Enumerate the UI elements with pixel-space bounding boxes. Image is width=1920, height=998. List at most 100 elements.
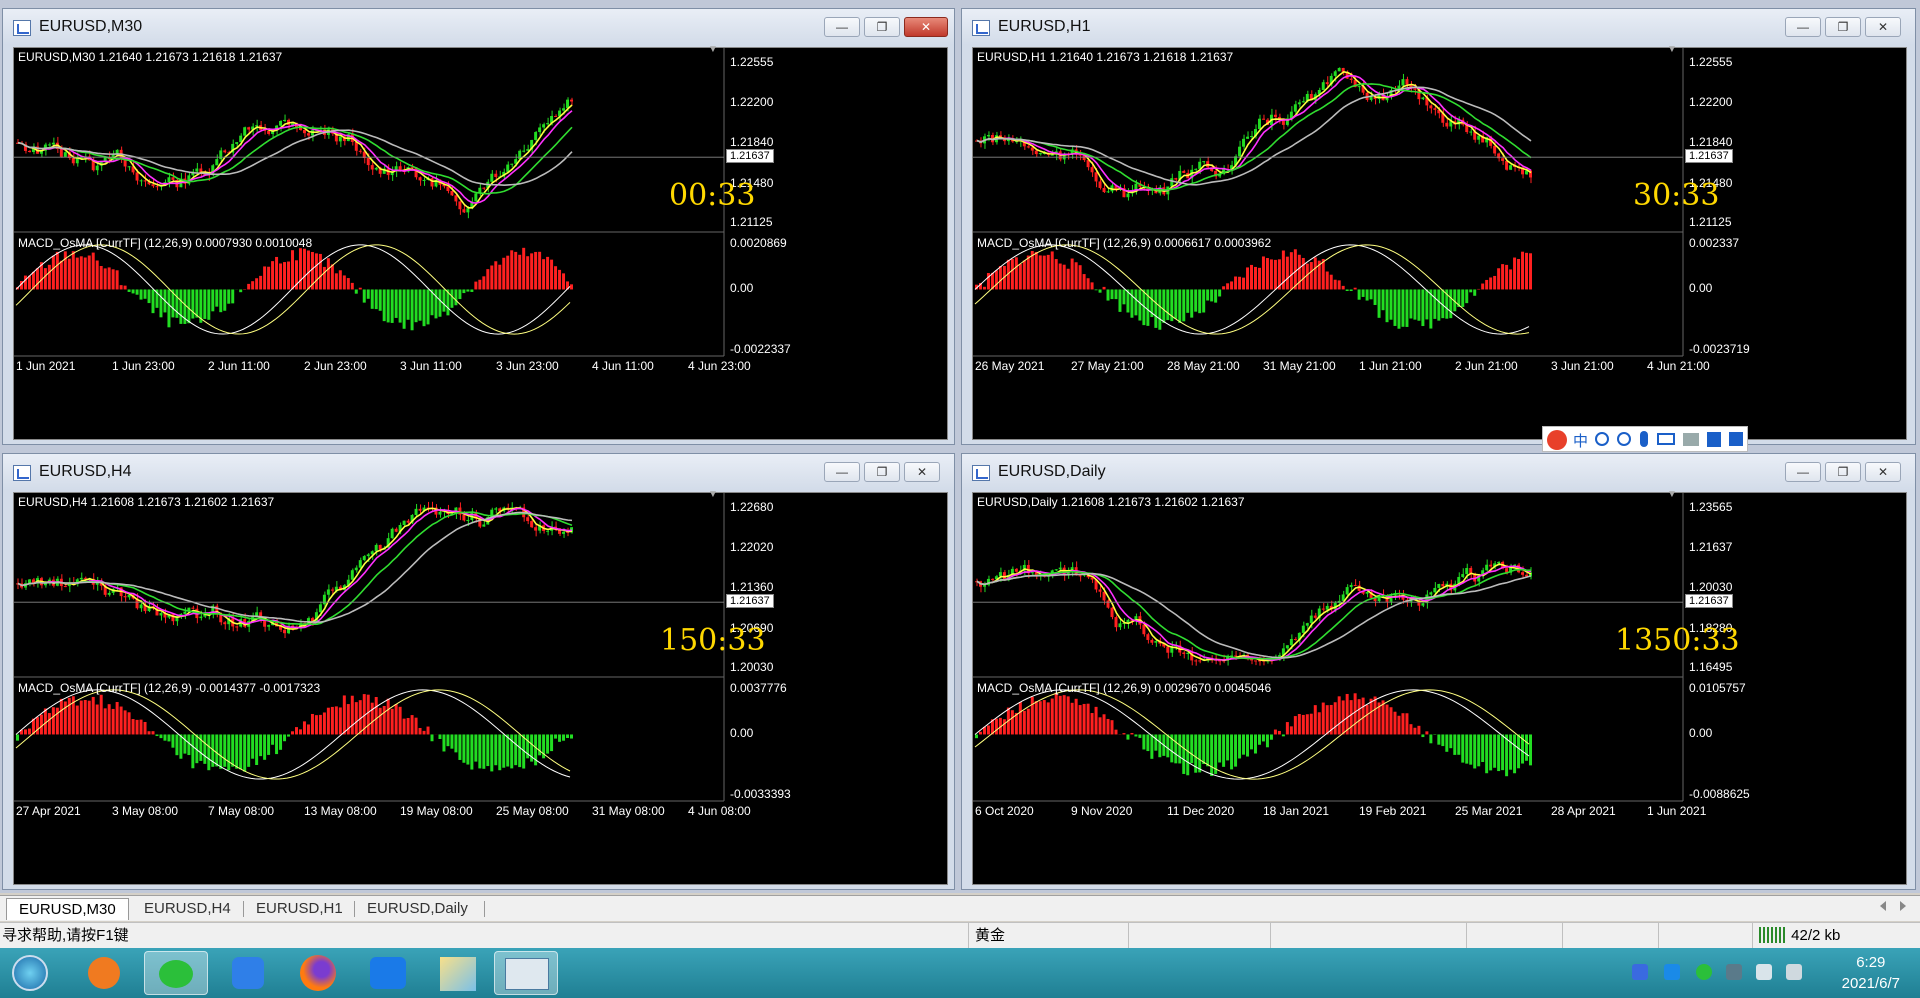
candle-body <box>1026 146 1030 148</box>
start-button[interactable] <box>6 951 54 995</box>
candle-body <box>1050 154 1054 156</box>
connection-status[interactable]: 42/2 kb <box>1752 923 1920 949</box>
macd-bar <box>1501 264 1505 290</box>
chart-area[interactable]: EURUSD,H4 1.21608 1.21673 1.21602 1.2163… <box>13 489 948 885</box>
microphone-icon[interactable] <box>1640 431 1648 447</box>
macd-bar <box>562 273 566 290</box>
grid-menu-icon[interactable] <box>1729 432 1743 446</box>
macd-bar <box>147 289 151 304</box>
moving-average-line <box>976 86 1532 186</box>
close-button[interactable]: ✕ <box>904 17 948 37</box>
chart-window-m30[interactable]: EURUSD,M30 — ❐ ✕ EURUSD,M30 1.21640 1.21… <box>2 8 955 445</box>
close-button[interactable]: ✕ <box>1865 17 1901 37</box>
macd-bar <box>75 705 79 735</box>
close-button[interactable]: ✕ <box>1865 462 1901 482</box>
emoji-icon[interactable] <box>1617 432 1631 446</box>
toolbox-icon[interactable] <box>1683 433 1699 446</box>
macd-bar <box>255 734 259 766</box>
candle-body <box>1421 97 1425 100</box>
taskbar-firefox[interactable] <box>286 951 350 995</box>
tab-eurusd-m30[interactable]: EURUSD,M30 <box>6 898 129 920</box>
window-titlebar[interactable]: EURUSD,Daily — ❐ ✕ <box>962 454 1915 490</box>
minimize-button[interactable]: — <box>1785 462 1821 482</box>
tray-wechat-icon[interactable] <box>1696 964 1712 980</box>
minimize-button[interactable]: — <box>1785 17 1821 37</box>
minimize-button[interactable]: — <box>824 17 860 37</box>
macd-bar <box>1369 289 1373 300</box>
keyboard-icon[interactable] <box>1657 433 1675 445</box>
tab-eurusd-h1[interactable]: EURUSD,H1 <box>244 898 355 920</box>
scroll-left-arrow-icon[interactable] <box>1880 901 1886 911</box>
macd-bar <box>1285 722 1289 735</box>
macd-bar <box>43 268 47 290</box>
tab-eurusd-h4[interactable]: EURUSD,H4 <box>132 898 243 920</box>
macd-bar <box>1174 289 1178 319</box>
time-axis-label: 3 May 08:00 <box>112 804 179 818</box>
taskbar-metatrader[interactable] <box>494 951 558 995</box>
scroll-right-arrow-icon[interactable] <box>1900 901 1906 911</box>
chart-window-h4[interactable]: EURUSD,H4 — ❐ ✕ EURUSD,H4 1.21608 1.2167… <box>2 453 955 890</box>
status-profile[interactable]: 黄金 <box>968 923 1128 949</box>
taskbar-app-3[interactable] <box>216 951 280 995</box>
restore-button[interactable]: ❐ <box>1825 462 1861 482</box>
restore-button[interactable]: ❐ <box>864 17 900 37</box>
taskbar-app-1[interactable] <box>72 951 136 995</box>
punctuation-icon[interactable] <box>1595 432 1609 446</box>
macd-bar <box>546 256 550 290</box>
chart-area[interactable]: EURUSD,H1 1.21640 1.21673 1.21618 1.2163… <box>972 44 1907 440</box>
tray-signal-icon[interactable] <box>1786 964 1802 980</box>
macd-bar <box>247 734 251 767</box>
candle-body <box>494 173 498 177</box>
macd-header: MACD_OsMA [CurrTF] (12,26,9) 0.0006617 0… <box>977 236 1272 250</box>
tray-shield-icon[interactable] <box>1664 964 1680 980</box>
chart-area[interactable]: EURUSD,Daily 1.21608 1.21673 1.21602 1.2… <box>972 489 1907 885</box>
window-titlebar[interactable]: EURUSD,M30 — ❐ ✕ <box>3 9 954 45</box>
macd-bar <box>1369 698 1373 735</box>
app-orange-icon <box>88 957 120 989</box>
chart-area[interactable]: EURUSD,M30 1.21640 1.21673 1.21618 1.216… <box>13 44 948 440</box>
ime-toolbar[interactable]: 中 <box>1542 426 1748 452</box>
macd-bar <box>1222 734 1226 767</box>
window-titlebar[interactable]: EURUSD,H4 — ❐ ✕ <box>3 454 954 490</box>
price-axis-label: 1.22020 <box>730 539 774 554</box>
price-axis-label: 1.22200 <box>730 94 774 109</box>
restore-button[interactable]: ❐ <box>1825 17 1861 37</box>
price-axis-label: 1.16495 <box>1689 660 1733 675</box>
time-axis-label: 1 Jun 21:00 <box>1359 359 1422 373</box>
tray-app-icon[interactable] <box>1632 964 1648 980</box>
candle-body <box>506 164 510 172</box>
taskbar-app-6[interactable] <box>426 951 490 995</box>
tray-network-icon[interactable] <box>1726 964 1742 980</box>
macd-bar <box>314 715 318 735</box>
minimize-button[interactable]: — <box>824 462 860 482</box>
macd-bar <box>155 734 159 737</box>
tab-eurusd-daily[interactable]: EURUSD,Daily <box>355 898 480 920</box>
macd-bar <box>1317 712 1321 735</box>
taskbar-clock[interactable]: 6:29 2021/6/7 <box>1842 952 1900 994</box>
close-button[interactable]: ✕ <box>904 462 940 482</box>
macd-bar <box>1062 695 1066 735</box>
window-title: EURUSD,M30 <box>39 18 143 35</box>
restore-button[interactable]: ❐ <box>864 462 900 482</box>
skin-icon[interactable] <box>1707 432 1721 447</box>
macd-bar <box>1058 695 1062 735</box>
macd-bar <box>1409 289 1413 319</box>
candle-body <box>358 150 362 152</box>
window-titlebar[interactable]: EURUSD,H1 — ❐ ✕ <box>962 9 1915 45</box>
sogou-logo-icon[interactable] <box>1547 430 1567 450</box>
taskbar-wechat[interactable] <box>144 951 208 995</box>
macd-bar <box>143 289 147 299</box>
chart-window-daily[interactable]: EURUSD,Daily — ❐ ✕ EURUSD,Daily 1.21608 … <box>961 453 1916 890</box>
chart-window-h1[interactable]: EURUSD,H1 — ❐ ✕ EURUSD,H1 1.21640 1.2167… <box>961 8 1916 445</box>
taskbar-app-5[interactable] <box>356 951 420 995</box>
macd-bar <box>1489 734 1493 771</box>
time-axis-label: 2 Jun 11:00 <box>208 359 270 373</box>
macd-bar <box>1257 734 1261 745</box>
candle-body <box>283 119 287 122</box>
candle-body <box>1497 561 1501 564</box>
ime-mode-label[interactable]: 中 <box>1573 430 1588 451</box>
candle-body <box>1509 165 1513 170</box>
candle-body <box>195 168 199 172</box>
macd-bar <box>1026 708 1030 735</box>
tray-volume-icon[interactable] <box>1756 964 1772 980</box>
